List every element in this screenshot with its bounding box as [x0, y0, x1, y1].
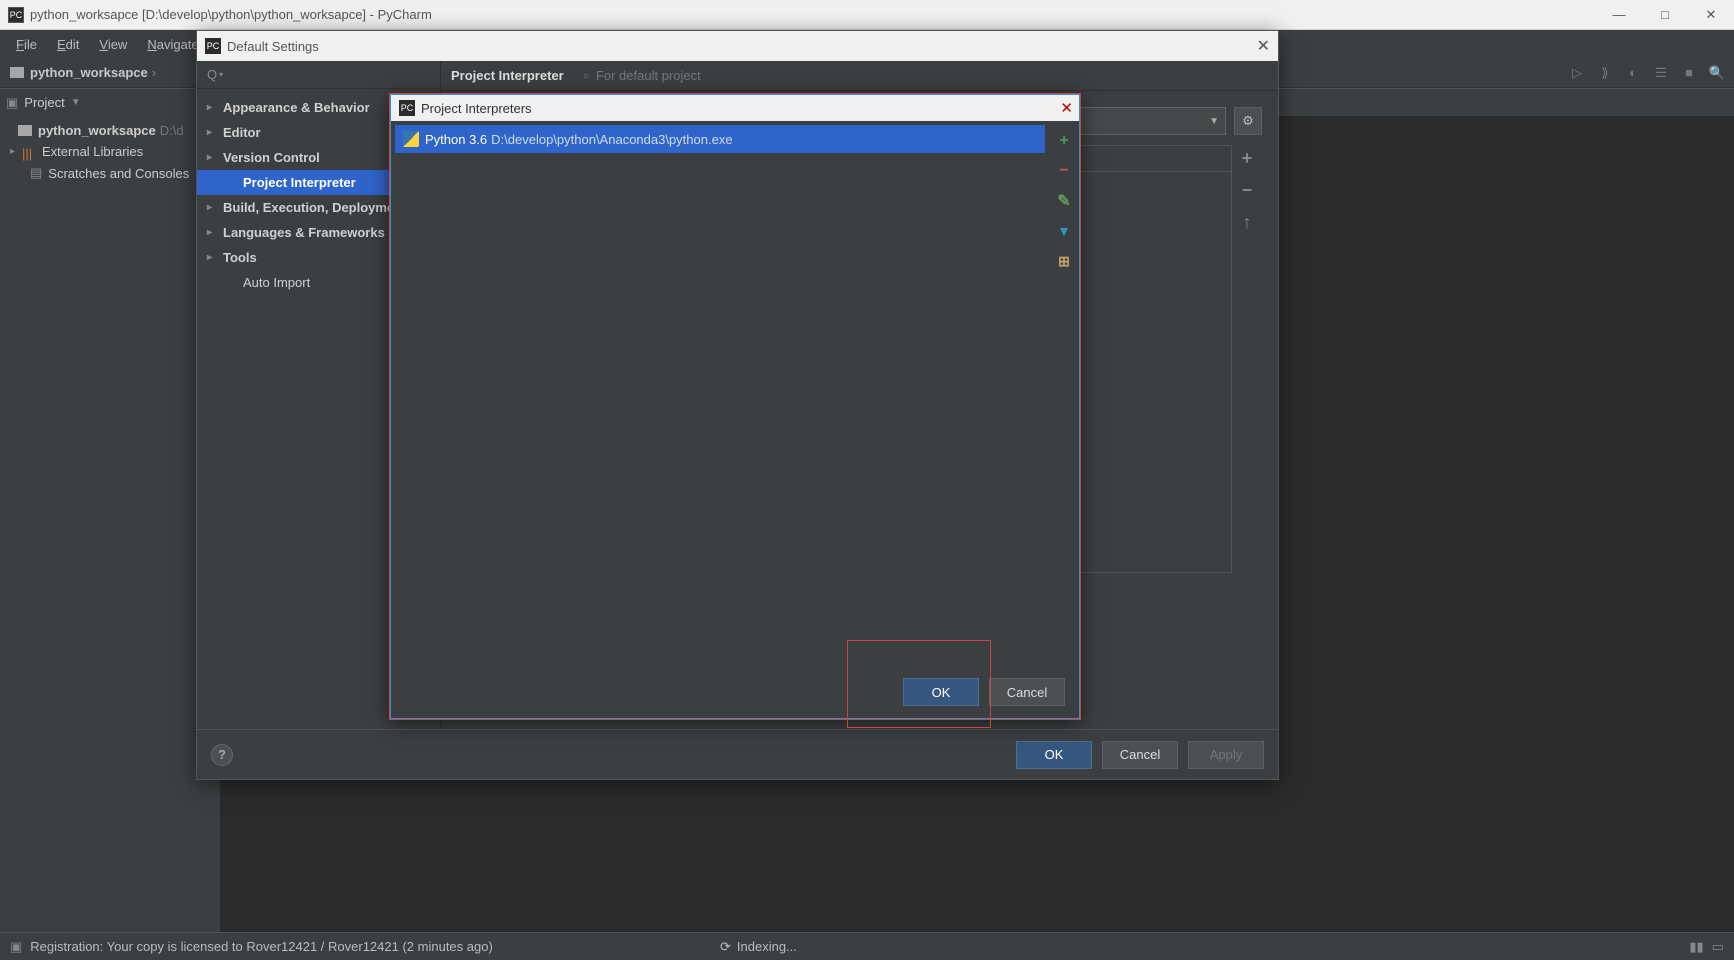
interpreters-ok-button[interactable]: OK	[903, 678, 979, 706]
project-interpreters-dialog: PC Project Interpreters ✕ Python 3.6 D:\…	[390, 94, 1080, 719]
interpreter-version: Python 3.6	[425, 132, 487, 147]
settings-dialog-title: Default Settings	[227, 39, 319, 54]
show-paths-button[interactable]: ⊞	[1054, 251, 1074, 271]
tree-root-label: python_worksapce	[38, 123, 156, 138]
filter-interpreter-button[interactable]: ▼	[1054, 221, 1074, 241]
interpreters-dialog-titlebar[interactable]: PC Project Interpreters ✕	[391, 95, 1079, 121]
remove-interpreter-button[interactable]: −	[1054, 161, 1074, 181]
settings-cancel-button[interactable]: Cancel	[1102, 741, 1178, 769]
expand-arrow-icon[interactable]: ▸	[10, 146, 22, 157]
tree-scratches-label: Scratches and Consoles	[48, 166, 189, 181]
project-tree[interactable]: python_worksapce D:\d ▸ ||| External Lib…	[0, 116, 220, 932]
settings-search[interactable]: Q ▾	[197, 61, 440, 89]
project-tool-label: Project	[24, 95, 64, 110]
tree-scratches[interactable]: ▤ Scratches and Consoles	[0, 162, 220, 184]
add-interpreter-button[interactable]: +	[1054, 131, 1074, 151]
interpreters-cancel-button[interactable]: Cancel	[989, 678, 1065, 706]
search-icon: Q	[207, 67, 217, 82]
status-registration: Registration: Your copy is licensed to R…	[30, 939, 493, 954]
settings-breadcrumb-hint: For default project	[596, 68, 701, 83]
settings-apply-button[interactable]: Apply	[1188, 741, 1264, 769]
chevron-down-icon[interactable]: ▼	[71, 97, 81, 108]
settings-dialog-titlebar[interactable]: PC Default Settings ✕	[197, 31, 1278, 61]
close-button[interactable]: ✕	[1688, 0, 1734, 30]
settings-breadcrumb: Project Interpreter ▫ For default projec…	[441, 61, 1278, 91]
status-indicator-1[interactable]: ▮▮	[1689, 939, 1703, 955]
status-bar: ▣ Registration: Your copy is licensed to…	[0, 932, 1734, 960]
interpreters-list[interactable]: Python 3.6 D:\develop\python\Anaconda3\p…	[391, 121, 1049, 666]
default-project-icon: ▫	[584, 68, 589, 83]
window-title: python_worksapce [D:\develop\python\pyth…	[30, 7, 1596, 22]
remove-package-button[interactable]: −	[1236, 179, 1258, 201]
folder-icon	[10, 67, 24, 78]
os-titlebar: PC python_worksapce [D:\develop\python\p…	[0, 0, 1734, 30]
search-dropdown-icon[interactable]: ▾	[219, 70, 223, 79]
settings-breadcrumb-main: Project Interpreter	[451, 68, 564, 83]
run-icon[interactable]: ▷	[1568, 64, 1586, 82]
tree-root-path: D:\d	[160, 123, 184, 138]
pycharm-dialog-icon: PC	[399, 100, 415, 116]
interpreter-entry[interactable]: Python 3.6 D:\develop\python\Anaconda3\p…	[395, 125, 1045, 153]
pycharm-app-icon: PC	[8, 7, 24, 23]
libraries-icon: |||	[22, 146, 36, 158]
status-indicator-2[interactable]: ▭	[1712, 939, 1724, 955]
settings-dialog-footer: ? OK Cancel Apply	[197, 729, 1278, 779]
settings-close-button[interactable]: ✕	[1257, 36, 1270, 56]
menu-file[interactable]: File	[6, 33, 47, 56]
python-icon	[403, 131, 419, 147]
edit-interpreter-button[interactable]: ✎	[1054, 191, 1074, 211]
settings-ok-button[interactable]: OK	[1016, 741, 1092, 769]
tree-root[interactable]: python_worksapce D:\d	[0, 120, 220, 141]
status-indexing: Indexing...	[737, 939, 797, 954]
project-tool-icon: ▣	[6, 95, 18, 111]
gear-icon: ⚙	[1242, 113, 1254, 129]
loading-icon: ⟳	[720, 939, 731, 955]
scratches-icon: ▤	[30, 165, 42, 181]
status-icon[interactable]: ▣	[10, 939, 22, 955]
interpreters-dialog-footer: OK Cancel	[391, 666, 1079, 718]
folder-icon	[18, 125, 32, 136]
minimize-button[interactable]: —	[1596, 0, 1642, 30]
tree-external-libraries[interactable]: ▸ ||| External Libraries	[0, 141, 220, 162]
interpreter-path: D:\develop\python\Anaconda3\python.exe	[491, 132, 732, 147]
maximize-button[interactable]: □	[1642, 0, 1688, 30]
pycharm-dialog-icon: PC	[205, 38, 221, 54]
interpreters-dialog-title: Project Interpreters	[421, 101, 532, 116]
menu-edit[interactable]: Edit	[47, 33, 89, 56]
stop-icon[interactable]: ■	[1680, 64, 1698, 82]
debug-icon[interactable]: ⟫	[1596, 64, 1614, 82]
chevron-right-icon: ›	[152, 65, 156, 80]
interpreter-settings-gear[interactable]: ⚙	[1234, 107, 1262, 135]
search-everywhere-icon[interactable]: 🔍	[1708, 64, 1726, 82]
settings-help-button[interactable]: ?	[211, 744, 233, 766]
breadcrumb-root[interactable]: python_worksapce	[30, 65, 148, 80]
coverage-icon[interactable]: ◐	[1624, 64, 1642, 82]
dropdown-icon: ▼	[1209, 116, 1219, 127]
interpreters-close-button[interactable]: ✕	[1060, 99, 1073, 117]
menu-view[interactable]: View	[89, 33, 137, 56]
tree-external-libraries-label: External Libraries	[42, 144, 143, 159]
layout-icon[interactable]: ☰	[1652, 64, 1670, 82]
add-package-button[interactable]: +	[1236, 147, 1258, 169]
upgrade-package-button[interactable]: ↑	[1236, 211, 1258, 233]
